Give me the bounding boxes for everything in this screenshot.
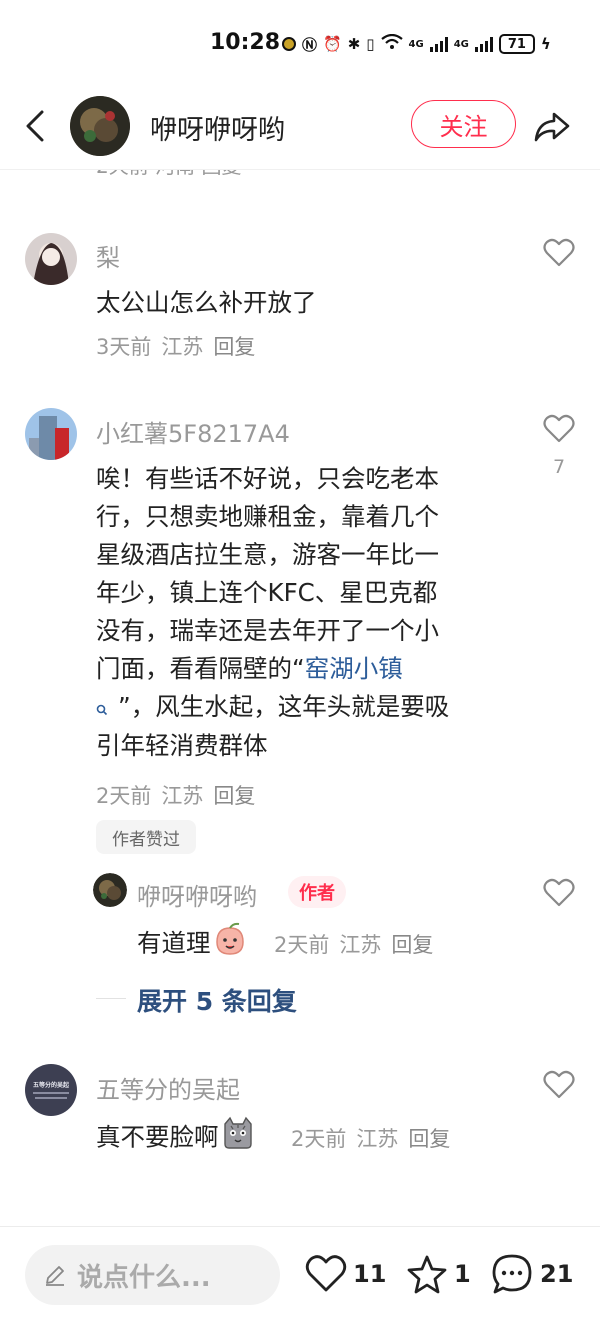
commenter-name[interactable]: 梨	[96, 238, 120, 273]
header: 咿呀咿呀哟 关注	[0, 88, 600, 170]
chevron-left-icon	[26, 110, 44, 142]
commenter-avatar[interactable]: 五等分的吴起	[25, 1064, 77, 1116]
comment-count: 21	[540, 1260, 574, 1288]
like-button[interactable]	[543, 414, 575, 444]
replier-name[interactable]: 咿呀咿呀哟	[137, 877, 257, 912]
back-button[interactable]	[18, 106, 54, 146]
reply-button[interactable]: 回复	[391, 933, 433, 957]
notification-icon	[282, 37, 296, 51]
author-avatar[interactable]	[70, 96, 130, 156]
commenter-avatar[interactable]	[25, 408, 77, 460]
like-button[interactable]	[543, 878, 575, 908]
comment-line: 行，只想卖地赚租金，靠着几个	[96, 502, 439, 531]
commenter-avatar[interactable]	[25, 233, 77, 285]
comment-line: 星级酒店拉生意，游客一年比一	[96, 540, 439, 569]
reply-text-content: 有道理	[137, 928, 211, 958]
heart-icon	[543, 238, 575, 267]
comment-meta: 2天前 江苏 回复	[96, 780, 265, 810]
reply-location: 江苏	[339, 933, 382, 957]
peach-emoji-icon	[213, 922, 247, 967]
heart-icon	[543, 1070, 575, 1099]
commenter-name[interactable]: 小红薯5F8217A4	[96, 414, 290, 449]
comment-text: 唉！有些话不好说，只会吃老本 行，只想卖地赚租金，靠着几个 星级酒店拉生意，游客…	[96, 460, 526, 765]
share-button[interactable]	[532, 106, 572, 146]
comment-text-fragment: ”，风生水起，这年头就是要吸	[118, 692, 450, 721]
comment-line: 门面，看看隔壁的“窑湖小镇	[96, 650, 526, 688]
signal-icon-2	[474, 36, 493, 52]
charging-icon: ϟ	[540, 35, 551, 53]
network-label-1: 4G	[408, 38, 424, 50]
author-tag: 作者	[288, 876, 346, 908]
comment-line: 年少，镇上连个KFC、星巴克都	[96, 578, 438, 607]
comment-time: 2天前	[96, 784, 152, 808]
comment-time: 2天前	[291, 1127, 347, 1151]
heart-icon	[543, 414, 575, 443]
comment-button[interactable]: 21	[490, 1252, 573, 1296]
reply-meta: 2天前 江苏 回复	[274, 929, 443, 959]
status-bar: 10:28 Ⓝ ⏰ ✱ ▯ 4G 4G 71 ϟ	[0, 0, 600, 88]
like-count: 7	[553, 456, 566, 478]
heart-icon	[543, 878, 575, 907]
comment-line: 引年轻消费群体	[96, 731, 268, 760]
replier-avatar[interactable]	[93, 873, 127, 907]
reply-button[interactable]: 回复	[408, 1127, 450, 1151]
like-post-button[interactable]: 11	[305, 1252, 386, 1296]
comment-location: 江苏	[356, 1127, 399, 1151]
collect-button[interactable]: 1	[406, 1252, 471, 1296]
expand-replies-button[interactable]: 展开 5 条回复	[137, 982, 297, 1018]
comment-text: 真不要脸啊	[96, 1116, 255, 1161]
comment-input-placeholder: 说点什么...	[77, 1262, 211, 1293]
comment-bubble-icon	[492, 1254, 532, 1294]
like-count: 11	[353, 1260, 387, 1288]
wifi-icon	[380, 33, 403, 54]
comment-line: 唉！有些话不好说，只会吃老本	[96, 464, 439, 493]
divider	[96, 998, 126, 999]
star-icon	[407, 1255, 447, 1294]
comment-text-fragment: 门面，看看隔壁的“	[96, 654, 305, 683]
comment-meta: 2天前 江苏 回复	[291, 1123, 460, 1153]
follow-button[interactable]: 关注	[411, 100, 516, 148]
comment-text: 太公山怎么补开放了	[96, 288, 317, 317]
search-icon[interactable]	[96, 689, 118, 727]
battery-icon: 71	[498, 34, 535, 54]
like-button[interactable]	[543, 1070, 575, 1100]
cat-emoji-icon	[221, 1116, 255, 1161]
like-button[interactable]	[543, 238, 575, 268]
heart-icon	[305, 1255, 347, 1292]
comment-location: 江苏	[161, 335, 204, 359]
comment-text-content: 真不要脸啊	[96, 1122, 219, 1152]
pencil-icon	[46, 1266, 64, 1286]
nfc-icon: Ⓝ	[302, 35, 318, 54]
alarm-icon: ⏰	[323, 35, 342, 53]
commenter-name[interactable]: 五等分的吴起	[96, 1070, 240, 1105]
avatar-text: 五等分的吴起	[32, 1082, 69, 1089]
star-count: 1	[454, 1260, 471, 1288]
reply-time: 2天前	[274, 933, 330, 957]
search-link[interactable]: 窑湖小镇	[305, 654, 403, 683]
comment-line: 没有，瑞幸还是去年开了一个小	[96, 616, 439, 645]
network-label-2: 4G	[453, 38, 469, 50]
share-icon	[534, 112, 570, 142]
reply-text: 有道理	[137, 922, 247, 967]
status-time: 10:28	[210, 30, 281, 55]
status-icons: Ⓝ ⏰ ✱ ▯ 4G 4G 71 ϟ	[282, 30, 551, 58]
comment-location: 江苏	[161, 784, 204, 808]
comment-meta: 3天前 江苏 回复	[96, 331, 265, 361]
bluetooth-icon: ✱	[347, 35, 361, 53]
vibrate-icon: ▯	[366, 35, 375, 53]
author-name[interactable]: 咿呀咿呀哟	[150, 108, 285, 147]
signal-icon-1	[429, 36, 448, 52]
reply-button[interactable]: 回复	[213, 784, 255, 808]
comment-line: ”，风生水起，这年头就是要吸	[96, 688, 526, 727]
comment-time: 3天前	[96, 335, 152, 359]
author-liked-badge: 作者赞过	[96, 820, 196, 854]
reply-button[interactable]: 回复	[213, 335, 255, 359]
divider	[0, 1226, 600, 1227]
comment-input[interactable]: 说点什么...	[25, 1245, 280, 1305]
